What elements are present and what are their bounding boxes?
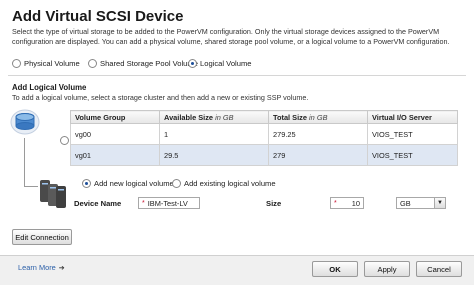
radio-ssp-volume-label: Shared Storage Pool Volume — [100, 59, 198, 68]
chevron-down-icon[interactable]: ▼ — [434, 198, 445, 208]
radio-add-new-lv-circle[interactable] — [82, 179, 91, 188]
storage-cluster-icon — [10, 109, 40, 135]
table-row[interactable]: vg00 1 279.25 VIOS_TEST — [70, 123, 458, 145]
cell-available-size: 29.5 — [159, 144, 269, 166]
learn-more-label: Learn More — [18, 263, 56, 272]
size-unit-value: GB — [400, 198, 411, 208]
radio-add-new-lv[interactable]: Add new logical volume — [82, 179, 174, 188]
column-header-available-size-unit: in GB — [215, 112, 234, 122]
disk-stack-icon — [40, 180, 66, 208]
radio-add-existing-lv[interactable]: Add existing logical volume — [172, 179, 276, 188]
divider — [8, 75, 466, 76]
row-radio-vg00[interactable] — [60, 136, 69, 145]
cell-available-size: 1 — [159, 123, 269, 145]
radio-ssp-volume[interactable]: Shared Storage Pool Volume — [88, 59, 198, 68]
learn-more-link[interactable]: Learn More ➔ — [18, 263, 65, 272]
cell-vios: VIOS_TEST — [367, 144, 458, 166]
radio-physical-volume-circle[interactable] — [12, 59, 21, 68]
radio-physical-volume-label: Physical Volume — [24, 59, 80, 68]
cell-total-size: 279.25 — [268, 123, 368, 145]
dialog-description: Select the type of virtual storage to be… — [12, 27, 450, 46]
device-name-input[interactable]: * IBM-Test-LV — [138, 197, 200, 209]
size-label: Size — [266, 199, 282, 208]
column-header-volume-group[interactable]: Volume Group — [70, 110, 160, 124]
column-header-total-size-label: Total Size — [273, 112, 307, 122]
cancel-button[interactable]: Cancel — [416, 261, 462, 277]
volume-group-table: Volume Group Available Size in GB Total … — [70, 110, 458, 166]
ok-button[interactable]: OK — [312, 261, 358, 277]
radio-physical-volume[interactable]: Physical Volume — [12, 59, 80, 68]
radio-logical-volume-circle[interactable] — [188, 59, 197, 68]
size-unit-select[interactable]: GB ▼ — [396, 197, 446, 209]
radio-logical-volume-label: Logical Volume — [200, 59, 252, 68]
apply-button[interactable]: Apply — [364, 261, 410, 277]
column-header-total-size[interactable]: Total Size in GB — [268, 110, 368, 124]
tree-connector-branch — [24, 186, 38, 187]
size-value: 10 — [351, 198, 360, 208]
column-header-available-size-label: Available Size — [164, 112, 214, 122]
device-name-label: Device Name — [74, 199, 122, 208]
size-input[interactable]: * 10 — [330, 197, 364, 209]
cell-vios: VIOS_TEST — [367, 123, 458, 145]
required-marker: * — [142, 199, 145, 207]
required-marker: * — [334, 199, 337, 207]
radio-add-existing-lv-circle[interactable] — [172, 179, 181, 188]
dialog-title: Add Virtual SCSI Device — [12, 8, 184, 25]
section-description: To add a logical volume, select a storag… — [12, 93, 309, 102]
table-header-row: Volume Group Available Size in GB Total … — [70, 110, 458, 124]
cell-volume-group: vg00 — [70, 123, 160, 145]
radio-add-existing-lv-label: Add existing logical volume — [184, 179, 276, 188]
radio-ssp-volume-circle[interactable] — [88, 59, 97, 68]
cell-total-size: 279 — [268, 144, 368, 166]
radio-add-new-lv-label: Add new logical volume — [94, 179, 174, 188]
table-row[interactable]: vg01 29.5 279 VIOS_TEST — [70, 144, 458, 166]
section-title: Add Logical Volume — [12, 83, 87, 92]
arrow-right-icon: ➔ — [58, 264, 65, 272]
radio-logical-volume[interactable]: Logical Volume — [188, 59, 252, 68]
cell-volume-group: vg01 — [70, 144, 160, 166]
column-header-vios[interactable]: Virtual I/O Server — [367, 110, 458, 124]
column-header-available-size[interactable]: Available Size in GB — [159, 110, 269, 124]
tree-connector — [24, 138, 25, 186]
edit-connection-button[interactable]: Edit Connection — [12, 229, 72, 245]
device-name-value: IBM-Test-LV — [147, 198, 188, 208]
column-header-total-size-unit: in GB — [309, 112, 328, 122]
